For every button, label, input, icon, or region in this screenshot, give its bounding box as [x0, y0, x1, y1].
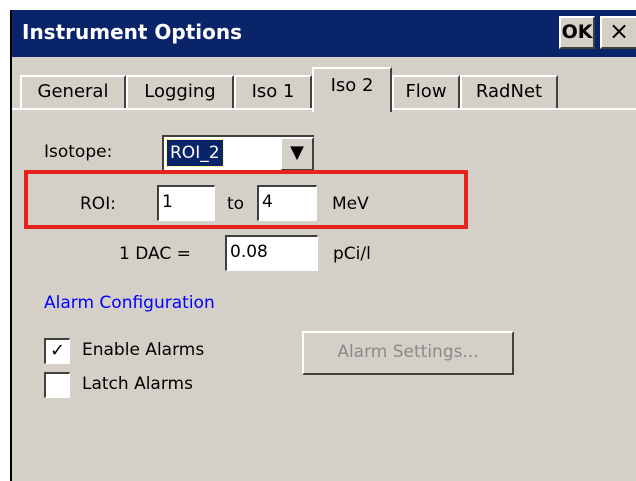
close-icon: × [608, 17, 630, 45]
latch-alarms-box[interactable] [44, 372, 70, 398]
enable-alarms-box[interactable]: ✓ [44, 338, 70, 364]
window-title: Instrument Options [22, 20, 243, 44]
title-bar: Instrument Options OK × [12, 10, 636, 57]
ok-button[interactable]: OK [559, 16, 595, 49]
roi-label: ROI: [80, 194, 116, 214]
tab-general[interactable]: General [20, 75, 126, 109]
tab-iso-1[interactable]: Iso 1 [234, 75, 312, 109]
tab-flow[interactable]: Flow [392, 75, 460, 109]
dac-label: 1 DAC = [119, 244, 191, 264]
dac-unit: pCi/l [333, 244, 371, 264]
tab-radnet[interactable]: RadNet [460, 75, 558, 109]
roi-to-input[interactable]: 4 [257, 185, 317, 221]
isotope-label: Isotope: [44, 142, 113, 162]
alarm-settings-button[interactable]: Alarm Settings... [302, 331, 514, 375]
alarm-config-heading: Alarm Configuration [44, 293, 215, 313]
instrument-options-window: Instrument Options OK × General Logging … [10, 10, 636, 481]
roi-to-label: to [227, 194, 245, 214]
chevron-down-icon: ▼ [290, 142, 304, 163]
dac-input[interactable]: 0.08 [225, 235, 318, 271]
tab-logging[interactable]: Logging [126, 75, 234, 109]
latch-alarms-label: Latch Alarms [82, 374, 193, 394]
isotope-select[interactable]: ROI_2 ▼ [162, 135, 314, 171]
dropdown-button[interactable]: ▼ [280, 137, 314, 171]
checkmark-icon: ✓ [49, 340, 66, 361]
tab-iso-2[interactable]: Iso 2 [312, 67, 392, 112]
enable-alarms-label: Enable Alarms [82, 340, 205, 360]
roi-from-input[interactable]: 1 [157, 185, 215, 221]
close-button[interactable]: × [600, 16, 636, 49]
roi-unit: MeV [332, 194, 369, 214]
isotope-selected-value: ROI_2 [166, 139, 224, 167]
